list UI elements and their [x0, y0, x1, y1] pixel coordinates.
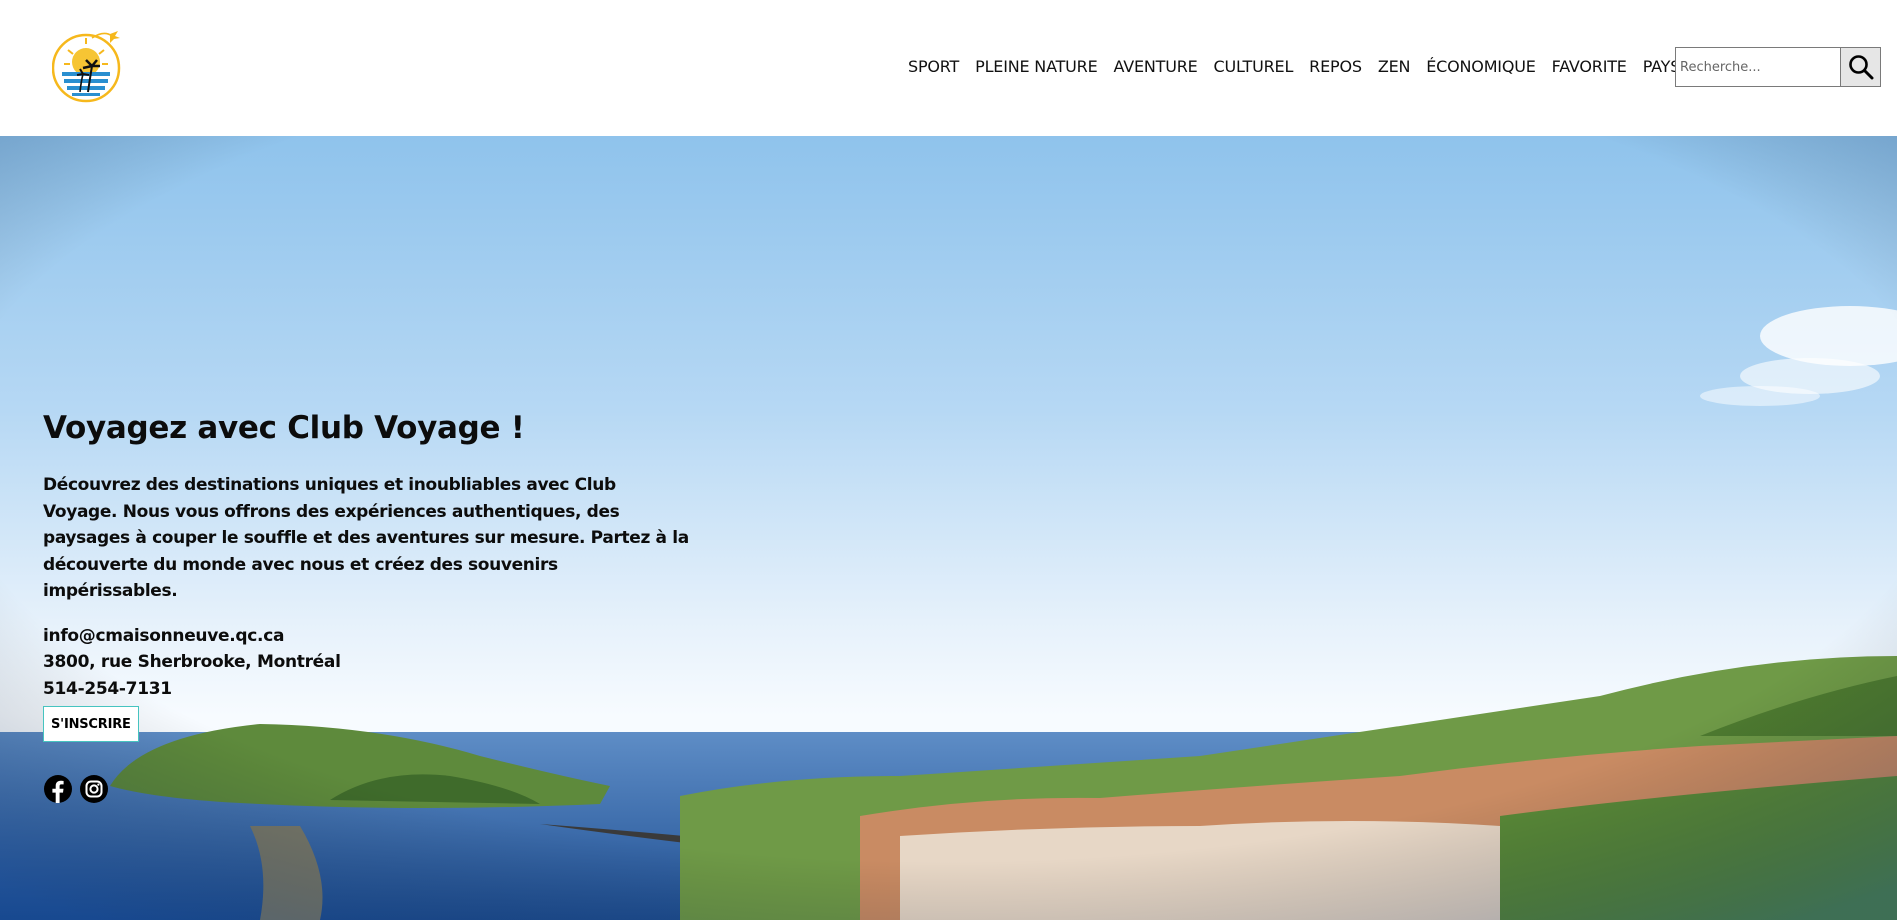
- search-icon: [1848, 55, 1873, 80]
- search-button[interactable]: [1840, 48, 1880, 86]
- nav-item-pleine-nature[interactable]: PLEINE NATURE: [967, 54, 1105, 80]
- contact-info: info@cmaisonneuve.qc.ca 3800, rue Sherbr…: [43, 623, 703, 703]
- nav-item-culturel[interactable]: CULTUREL: [1206, 54, 1302, 80]
- nav-item-sport[interactable]: SPORT: [900, 54, 967, 80]
- site-header: SPORT PLEINE NATURE AVENTURE CULTUREL RE…: [0, 0, 1897, 136]
- main-nav: SPORT PLEINE NATURE AVENTURE CULTUREL RE…: [900, 54, 1688, 80]
- hero-section: Voyagez avec Club Voyage ! Découvrez des…: [0, 136, 1897, 920]
- instagram-icon: [80, 775, 108, 803]
- contact-address: 3800, rue Sherbrooke, Montréal: [43, 652, 341, 672]
- search-input[interactable]: [1676, 48, 1840, 86]
- signup-button[interactable]: S'INSCRIRE: [43, 706, 139, 742]
- search-bar: [1675, 47, 1881, 87]
- nav-item-aventure[interactable]: AVENTURE: [1105, 54, 1205, 80]
- hero-content: Voyagez avec Club Voyage ! Découvrez des…: [43, 408, 703, 702]
- hero-description: Découvrez des destinations uniques et in…: [43, 475, 689, 601]
- club-voyage-logo: [51, 31, 121, 103]
- hero-title: Voyagez avec Club Voyage !: [43, 410, 525, 446]
- nav-item-economique[interactable]: ÉCONOMIQUE: [1418, 54, 1543, 80]
- nav-item-zen[interactable]: ZEN: [1370, 54, 1418, 80]
- contact-email[interactable]: info@cmaisonneuve.qc.ca: [43, 623, 703, 650]
- logo-link[interactable]: [51, 28, 124, 104]
- instagram-link[interactable]: [79, 774, 109, 804]
- nav-item-favorite[interactable]: FAVORITE: [1544, 54, 1635, 80]
- facebook-link[interactable]: [43, 774, 73, 804]
- social-links: [43, 774, 109, 804]
- contact-phone[interactable]: 514-254-7131: [43, 676, 703, 703]
- nav-item-repos[interactable]: REPOS: [1301, 54, 1370, 80]
- facebook-icon: [44, 775, 72, 803]
